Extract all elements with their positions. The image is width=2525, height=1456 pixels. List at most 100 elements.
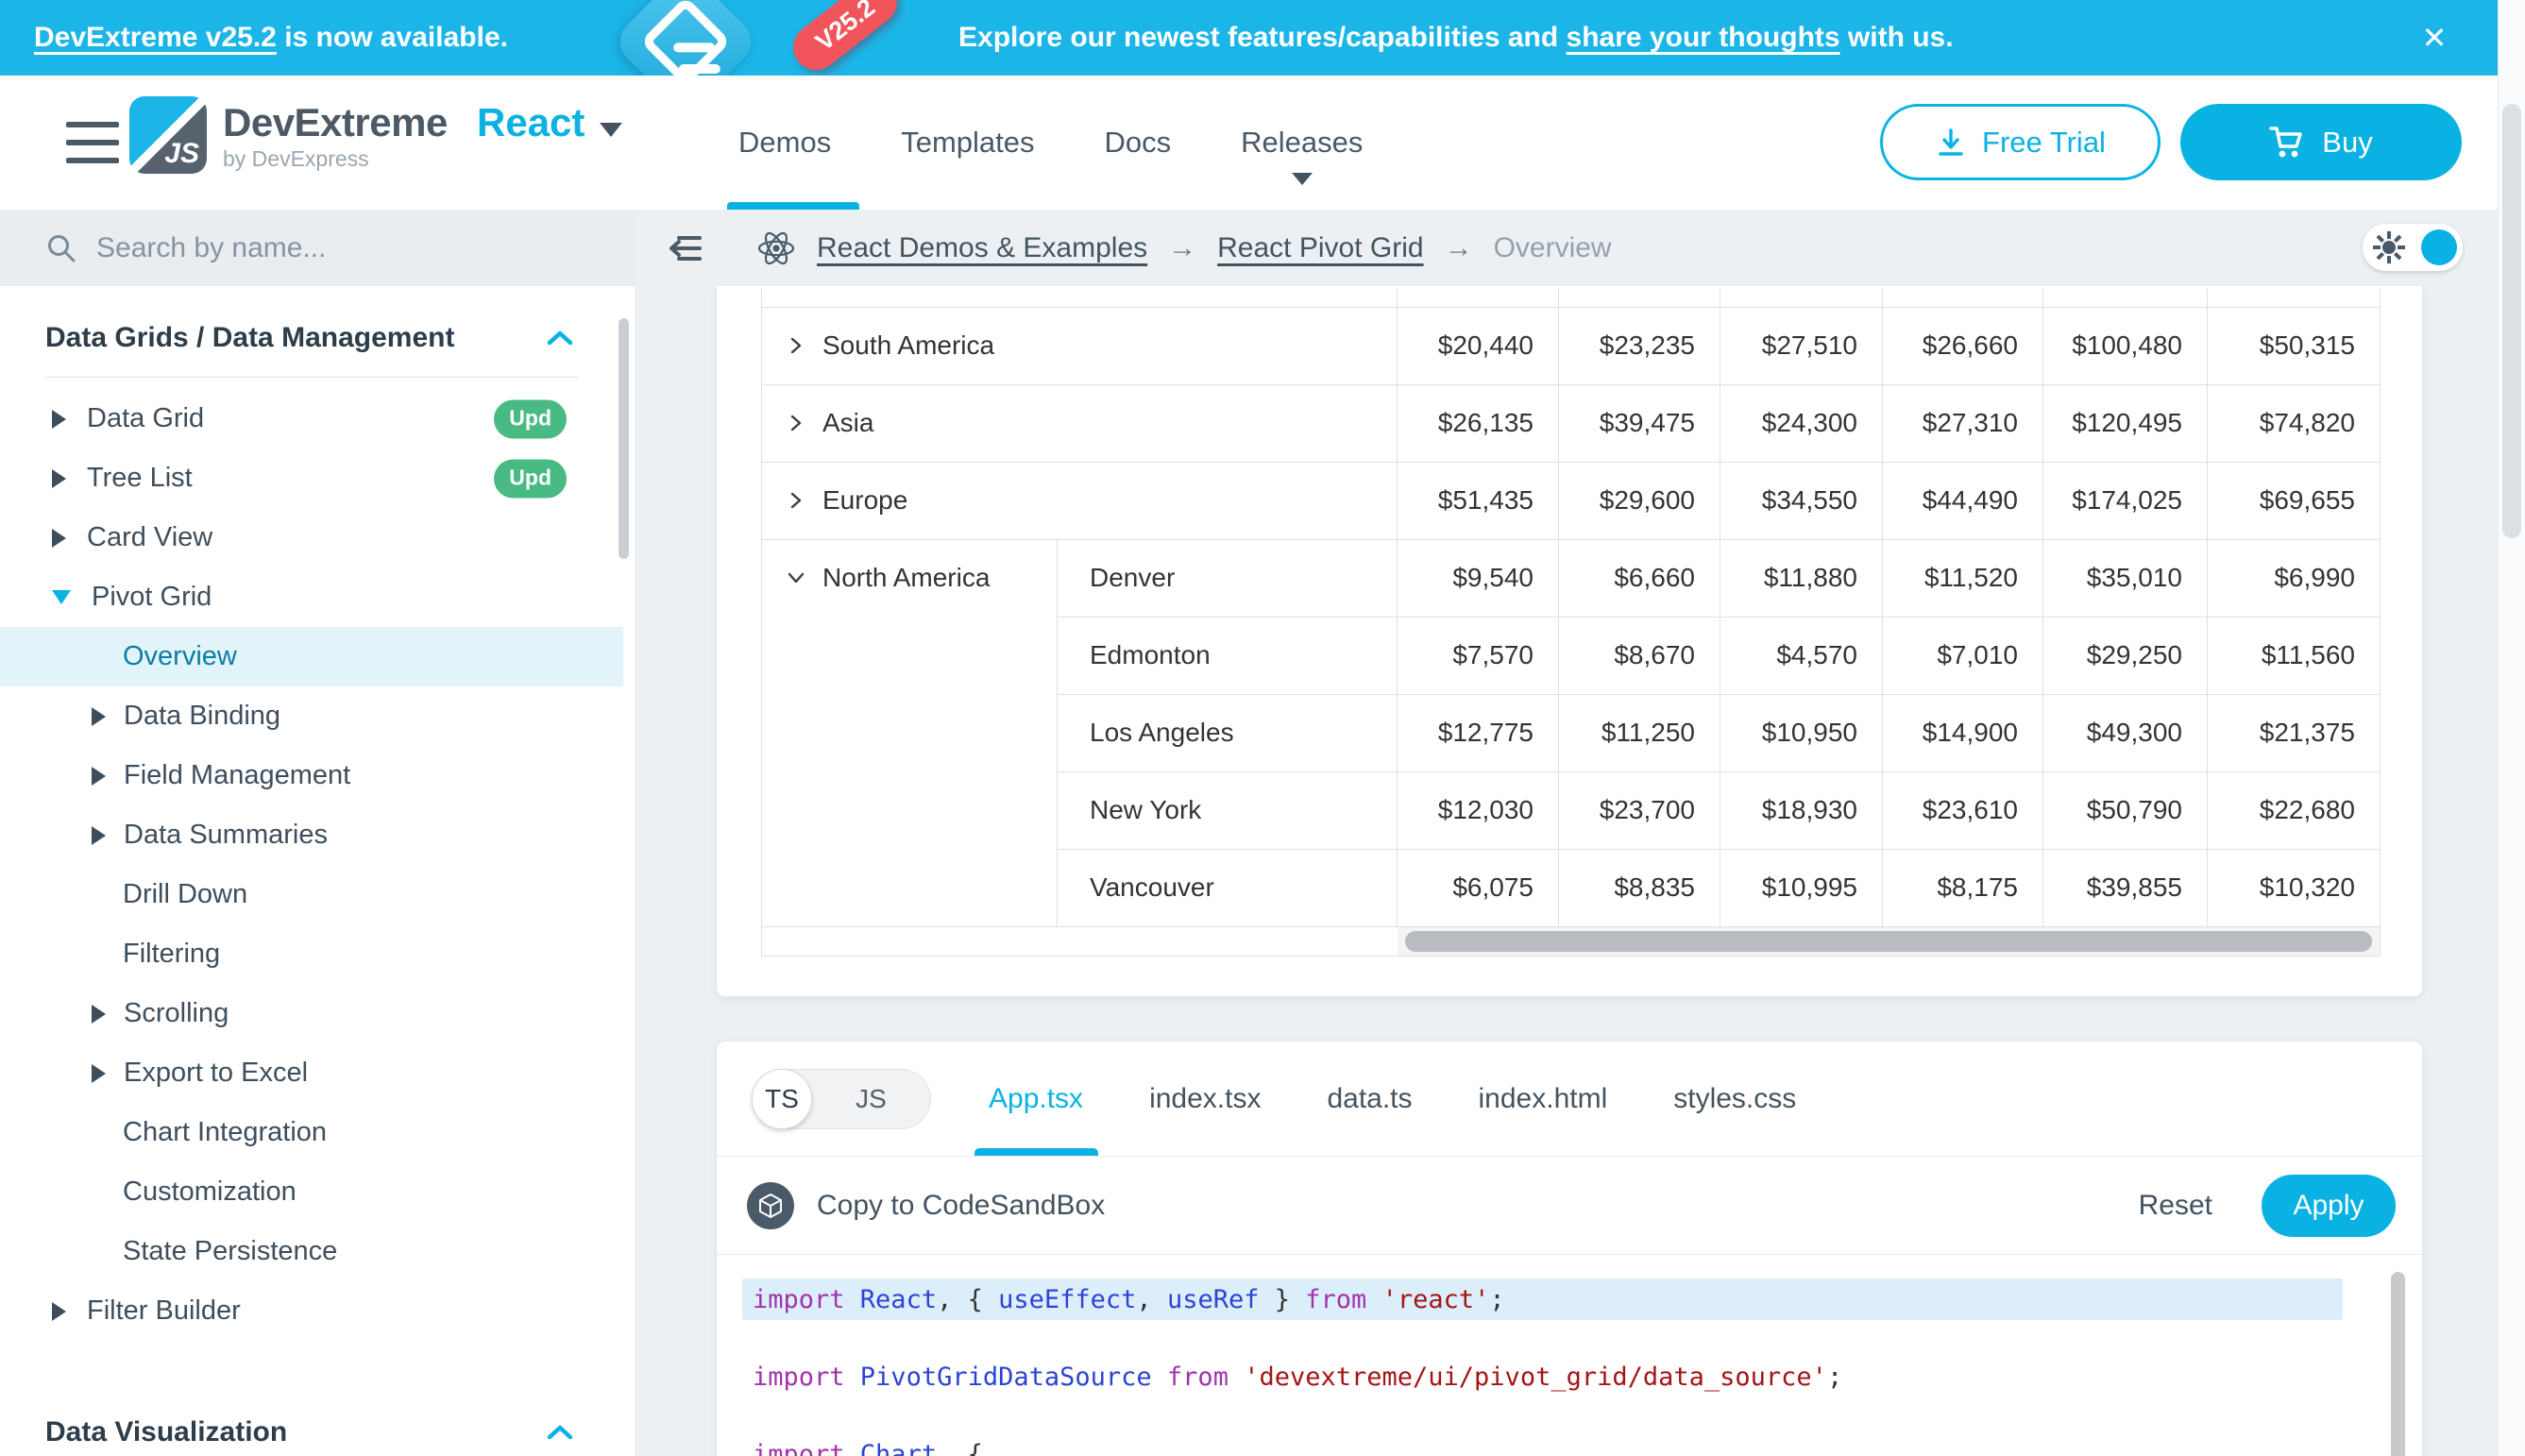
sidebar-item-card-view[interactable]: Card View	[0, 508, 623, 567]
pivot-city-header[interactable]: Los Angeles	[1058, 694, 1398, 771]
pivot-grid: South America $20,440 $23,235 $27,510 $2…	[761, 288, 2381, 957]
sidebar-item-label: Filtering	[123, 939, 220, 970]
pivot-cell: $8,670	[1559, 617, 1720, 694]
divider	[45, 377, 578, 378]
hamburger-menu-icon[interactable]	[66, 122, 119, 163]
banner-logo-slash	[679, 64, 720, 74]
promo-banner: DevExtreme v25.2 is now available. V25.2…	[0, 0, 2498, 76]
language-toggle[interactable]: TS JS	[752, 1069, 931, 1129]
tab-index-tsx[interactable]: index.tsx	[1149, 1083, 1261, 1115]
theme-toggle[interactable]	[2363, 224, 2463, 271]
chevron-up-icon	[546, 1423, 574, 1442]
pivot-cell: $4,570	[1720, 617, 1883, 694]
codesandbox-icon[interactable]	[747, 1182, 794, 1229]
sidebar-item-pivot-grid[interactable]: Pivot Grid	[0, 567, 623, 627]
language-option-js[interactable]: JS	[812, 1084, 930, 1114]
nav-releases[interactable]: Releases	[1241, 126, 1363, 160]
nav-docs[interactable]: Docs	[1105, 126, 1172, 160]
brand-name: DevExtreme	[223, 100, 448, 145]
sidebar-item-overview[interactable]: Overview	[0, 627, 623, 686]
expand-chevron-right-icon[interactable]	[785, 412, 807, 434]
sidebar-item-filtering[interactable]: Filtering	[0, 924, 623, 984]
page-scrollbar[interactable]	[2498, 0, 2525, 1456]
pivot-row-header[interactable]: South America	[762, 307, 1398, 384]
apply-button[interactable]: Apply	[2262, 1175, 2396, 1237]
code-token: , {	[937, 1440, 983, 1456]
pivot-city-header[interactable]: Denver	[1058, 539, 1398, 617]
banner-message-post: with us.	[1840, 22, 1954, 54]
pivot-cell: $7,010	[1883, 617, 2043, 694]
code-token: }	[1259, 1285, 1305, 1314]
breadcrumb-root-link[interactable]: React Demos & Examples	[817, 232, 1147, 264]
sidebar-item-chart-integration[interactable]: Chart Integration	[0, 1103, 623, 1162]
buy-button[interactable]: Buy	[2180, 104, 2462, 180]
sidebar-item-field-management[interactable]: Field Management	[0, 746, 623, 805]
sidebar-item-label: Customization	[123, 1177, 297, 1208]
search-icon	[45, 232, 77, 264]
code-token: from	[1167, 1363, 1229, 1392]
search-input[interactable]	[96, 232, 531, 264]
framework-chevron-down-icon[interactable]	[600, 123, 622, 137]
sidebar-section-data-visualization[interactable]: Data Visualization	[0, 1380, 623, 1448]
triangle-right-icon	[52, 410, 66, 429]
sidebar-item-customization[interactable]: Customization	[0, 1162, 623, 1222]
copy-to-codesandbox-label[interactable]: Copy to CodeSandBox	[817, 1190, 1105, 1222]
logo-js-text: JS	[164, 138, 199, 170]
pivot-cell: $39,855	[2043, 849, 2208, 926]
code-actions-row: Copy to CodeSandBox Reset Apply	[717, 1157, 2422, 1255]
expand-chevron-right-icon[interactable]	[785, 334, 807, 357]
pivot-grid-demo-card: South America $20,440 $23,235 $27,510 $2…	[716, 286, 2423, 997]
theme-toggle-knob[interactable]	[2421, 229, 2457, 265]
devextreme-logo[interactable]: JS	[129, 96, 207, 174]
page-scrollbar-thumb[interactable]	[2502, 104, 2521, 538]
sidebar-item-state-persistence[interactable]: State Persistence	[0, 1222, 623, 1281]
tab-styles-css[interactable]: styles.css	[1673, 1083, 1796, 1115]
language-option-ts[interactable]: TS	[752, 1069, 812, 1129]
collapse-sidebar-icon[interactable]	[666, 231, 703, 265]
pivot-city-header[interactable]: Edmonton	[1058, 617, 1398, 694]
code-token: ;	[1827, 1363, 1842, 1392]
code-editor[interactable]: import React, { useEffect, useRef } from…	[717, 1255, 2422, 1456]
sidebar-item-data-binding[interactable]: Data Binding	[0, 686, 623, 746]
banner-version-link[interactable]: DevExtreme v25.2	[34, 22, 277, 54]
pivot-row-asia: Asia $26,135 $39,475 $24,300 $27,310 $12…	[762, 384, 2381, 462]
free-trial-button[interactable]: Free Trial	[1880, 104, 2161, 180]
pivot-cell: $8,175	[1883, 849, 2043, 926]
reset-button[interactable]: Reset	[2139, 1190, 2212, 1222]
pivot-horizontal-scrollbar[interactable]	[1398, 926, 2381, 956]
code-token: ,	[1136, 1285, 1167, 1314]
nav-templates[interactable]: Templates	[901, 126, 1034, 160]
pivot-city-header[interactable]: Vancouver	[1058, 849, 1398, 926]
sidebar-item-data-summaries[interactable]: Data Summaries	[0, 805, 623, 865]
code-token	[1229, 1363, 1244, 1392]
tab-index-html[interactable]: index.html	[1479, 1083, 1608, 1115]
expand-chevron-right-icon[interactable]	[785, 489, 807, 512]
nav-demos[interactable]: Demos	[738, 126, 831, 160]
sidebar-item-scrolling[interactable]: Scrolling	[0, 984, 623, 1043]
pivot-row-header[interactable]: Asia	[762, 384, 1398, 462]
tab-app-tsx[interactable]: App.tsx	[989, 1083, 1083, 1115]
brand-text[interactable]: DevExtreme by DevExpress	[223, 100, 448, 172]
region-label: North America	[822, 563, 990, 593]
sidebar-section-data-grids[interactable]: Data Grids / Data Management	[0, 286, 623, 354]
sidebar-item-drill-down[interactable]: Drill Down	[0, 865, 623, 924]
breadcrumb-section-link[interactable]: React Pivot Grid	[1217, 232, 1423, 264]
breadcrumb-current: Overview	[1494, 232, 1612, 264]
code-scrollbar-thumb[interactable]	[2391, 1272, 2405, 1456]
pivot-row-header[interactable]: Europe	[762, 462, 1398, 539]
pivot-row-header-north-america[interactable]: North America	[762, 539, 1058, 926]
sidebar-item-tree-list[interactable]: Tree List Upd	[0, 449, 623, 508]
pivot-cell: $39,475	[1559, 384, 1720, 462]
pivot-city-header[interactable]: New York	[1058, 771, 1398, 849]
breadcrumb-toolbar: React Demos & Examples → React Pivot Gri…	[635, 210, 2498, 286]
collapse-chevron-down-icon[interactable]	[785, 567, 807, 589]
tab-data-ts[interactable]: data.ts	[1327, 1083, 1412, 1115]
banner-close-icon[interactable]: ✕	[2415, 19, 2453, 57]
sidebar-item-data-grid[interactable]: Data Grid Upd	[0, 389, 623, 449]
framework-selector[interactable]: React	[477, 100, 585, 145]
cart-icon	[2269, 126, 2305, 160]
sidebar-item-export-to-excel[interactable]: Export to Excel	[0, 1043, 623, 1103]
sidebar-item-filter-builder[interactable]: Filter Builder	[0, 1281, 623, 1341]
share-thoughts-link[interactable]: share your thoughts	[1567, 22, 1840, 54]
pivot-horizontal-scrollbar-thumb[interactable]	[1405, 931, 2373, 952]
